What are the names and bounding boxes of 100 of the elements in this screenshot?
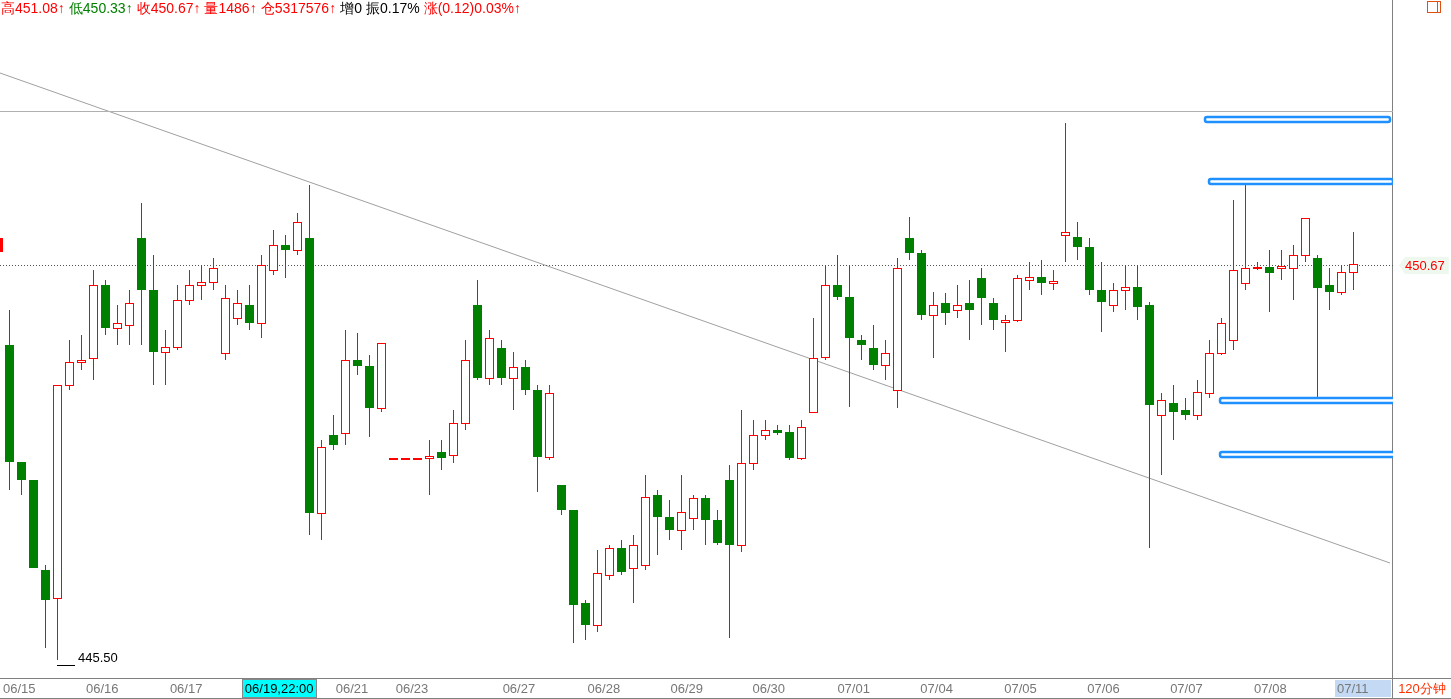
time-axis-label: 06/16 <box>84 680 120 697</box>
time-axis-label: 06/29 <box>669 680 705 697</box>
candlestick <box>509 351 518 411</box>
candlestick <box>1277 249 1286 281</box>
candlestick <box>833 254 842 301</box>
candlestick <box>761 419 770 441</box>
level-marker[interactable] <box>1207 177 1393 186</box>
quote-stat: 仓5317576↑ <box>260 0 337 18</box>
window-toggle-icon[interactable] <box>1427 1 1441 13</box>
candlestick <box>605 544 614 581</box>
candlestick <box>917 249 926 321</box>
candlestick <box>1037 259 1046 296</box>
low-price-label: 445.50 <box>78 650 118 665</box>
candlestick <box>1133 264 1142 321</box>
time-axis-label: 06/28 <box>586 680 622 697</box>
candlestick <box>329 414 338 451</box>
candlestick <box>77 334 86 371</box>
candlestick <box>1181 397 1190 421</box>
candlestick <box>521 359 530 396</box>
candlestick <box>1025 261 1034 291</box>
candlestick <box>101 279 110 336</box>
candlestick <box>269 229 278 276</box>
candlestick <box>653 489 662 556</box>
candlestick <box>125 289 134 346</box>
time-axis-label: 06/15 <box>2 680 37 697</box>
candlestick <box>485 329 494 386</box>
candlestick <box>773 424 782 436</box>
candlestick <box>1349 231 1358 291</box>
candlestick <box>1073 221 1082 261</box>
time-axis-label: 07/07 <box>1169 680 1204 697</box>
price-marker <box>0 238 3 252</box>
last-price-tag: 450.67 <box>1399 257 1449 274</box>
time-axis-label: 07/01 <box>836 680 871 697</box>
level-marker[interactable] <box>1218 450 1393 459</box>
candlestick <box>113 304 122 346</box>
candlestick <box>17 461 26 496</box>
candlestick <box>1049 269 1058 291</box>
level-marker[interactable] <box>1218 396 1393 405</box>
candlestick <box>785 424 794 461</box>
candlestick <box>857 334 866 361</box>
candlestick <box>1001 314 1010 353</box>
candlestick <box>629 534 638 604</box>
quote-stat: 低450.33↑ <box>68 0 133 18</box>
time-axis-label: 06/19,22:00 <box>241 679 317 698</box>
quote-stat: 高451.08↑ <box>1 0 65 18</box>
time-axis-label: 07/05 <box>1003 680 1038 697</box>
time-axis-label: 06/30 <box>751 680 786 697</box>
candlestick <box>65 339 74 391</box>
candlestick <box>965 279 974 341</box>
candlestick <box>749 419 758 471</box>
candlestick <box>1265 249 1274 313</box>
candlestick <box>1205 339 1214 399</box>
candlestick <box>185 269 194 306</box>
candlestick <box>497 339 506 386</box>
candlestick <box>437 439 446 471</box>
quote-stat: 涨(0.12)0.03%↑ <box>423 0 521 18</box>
candlestick <box>233 289 242 326</box>
candlestick <box>1121 264 1130 311</box>
candlestick <box>713 509 722 546</box>
candlestick <box>1325 267 1334 311</box>
quote-stat: 收450.67↑ <box>136 0 201 18</box>
candlestick <box>1169 384 1178 441</box>
quote-stat: 量1486↑ <box>204 0 257 18</box>
candlestick <box>869 324 878 371</box>
period-label[interactable]: 120分钟 <box>1393 679 1451 698</box>
candlestick <box>425 439 434 496</box>
candlestick <box>377 342 386 413</box>
time-axis-label: 06/21 <box>334 680 370 697</box>
level-marker[interactable] <box>1203 115 1392 124</box>
candlestick <box>1097 261 1106 333</box>
candlestick <box>1109 282 1118 313</box>
candlestick <box>1013 274 1022 323</box>
candlestick <box>701 494 710 546</box>
candlestick <box>797 419 806 461</box>
time-axis-label: 06/17 <box>168 680 204 697</box>
candlestick <box>1085 237 1094 296</box>
candlestick <box>557 484 566 516</box>
candlestick <box>665 499 674 541</box>
candlestick <box>1217 317 1226 356</box>
candlestick <box>209 257 218 291</box>
low-leader-line <box>56 665 76 666</box>
candlestick <box>941 292 950 326</box>
time-axis-label: 07/11 <box>1335 680 1391 697</box>
candlestick <box>881 339 890 381</box>
candlestick <box>1253 261 1262 271</box>
candlestick <box>1301 217 1310 263</box>
candlestick <box>281 234 290 279</box>
time-axis-label: 07/06 <box>1086 680 1121 697</box>
candlestick <box>353 332 362 376</box>
candlestick <box>617 539 626 576</box>
candlestick <box>953 284 962 319</box>
candlestick <box>161 329 170 386</box>
candlestick <box>197 264 206 301</box>
candlestick <box>1337 264 1346 296</box>
candlestick <box>1289 244 1298 301</box>
candlestick <box>929 291 938 359</box>
candlestick <box>905 216 914 261</box>
candlestick <box>449 409 458 464</box>
candlestick <box>689 494 698 531</box>
candlestick <box>293 212 302 256</box>
